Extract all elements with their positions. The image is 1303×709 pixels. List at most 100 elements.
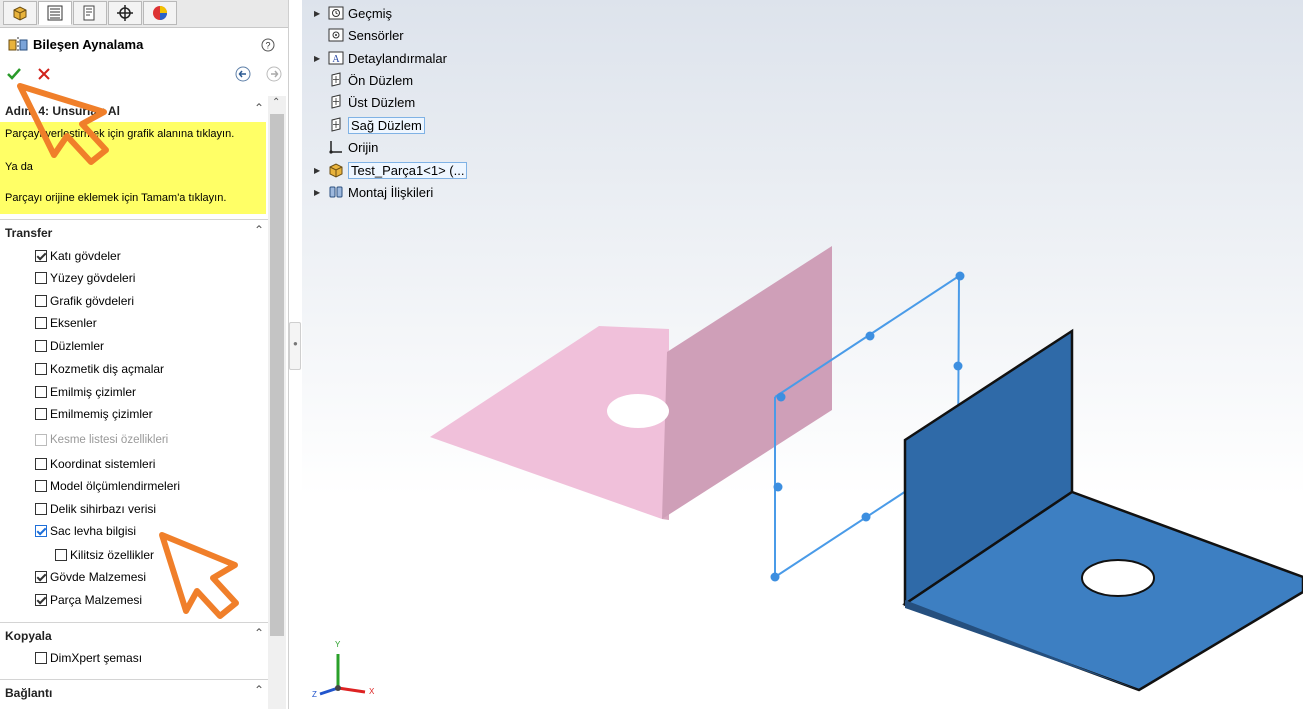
- checkbox-label: Parça Malzemesi: [50, 593, 143, 607]
- checkbox[interactable]: [35, 408, 47, 420]
- checkbox-row: Kesme listesi özellikleri: [35, 430, 168, 450]
- message-line: Parçayı orijine eklemek için Tamam'a tık…: [5, 192, 227, 204]
- checkbox-row[interactable]: Model ölçümlendirmeleri: [35, 476, 180, 496]
- checkbox[interactable]: [35, 386, 47, 398]
- tab-property-manager[interactable]: [38, 1, 72, 25]
- checkbox[interactable]: [35, 652, 47, 664]
- checkbox-row[interactable]: Sac levha bilgisi: [35, 521, 136, 541]
- hole: [1081, 559, 1155, 597]
- cancel-button[interactable]: [37, 67, 51, 81]
- checkbox: [35, 434, 47, 446]
- model-view: [430, 246, 1303, 692]
- blue-source-part[interactable]: [902, 328, 1303, 692]
- step-title: Adım 4: Unsurları Al: [5, 104, 120, 118]
- message-line: Ya da: [5, 161, 33, 173]
- ok-button[interactable]: [6, 66, 22, 82]
- checkbox-label: Kesme listesi özellikleri: [50, 434, 169, 446]
- checkbox-label: Kilitsiz özellikler: [70, 548, 155, 562]
- transfer-title: Transfer: [5, 226, 53, 240]
- checkbox[interactable]: [35, 480, 47, 492]
- checkbox-label: Grafik gövdeleri: [50, 294, 135, 308]
- splitter-grip-icon: ●: [293, 339, 298, 348]
- copy-section-header[interactable]: Kopyala ⌃: [0, 622, 270, 647]
- svg-text:?: ?: [265, 41, 270, 51]
- step-message: Parçayı yerleştirmek için grafik alanına…: [0, 122, 266, 214]
- checkbox-label: Model ölçümlendirmeleri: [50, 479, 181, 493]
- checkbox[interactable]: [35, 272, 47, 284]
- feature-manager-icon: [13, 6, 27, 21]
- back-button[interactable]: [235, 66, 251, 82]
- checkbox[interactable]: [55, 549, 67, 561]
- checkbox-label: Yüzey gövdeleri: [50, 271, 136, 285]
- checkbox[interactable]: [35, 594, 47, 606]
- checkbox[interactable]: [35, 363, 47, 375]
- help-icon[interactable]: ?: [261, 38, 275, 52]
- chevron-up-icon[interactable]: ⌃: [254, 626, 264, 640]
- checkbox-dimxpert-scheme[interactable]: DimXpert şeması: [35, 648, 142, 668]
- y-axis-label: Y: [335, 640, 341, 649]
- property-manager-panel: Bileşen Aynalama ? Adım 4: Unsurları Al …: [0, 0, 289, 709]
- mirror-component-icon: [8, 37, 28, 53]
- checkbox[interactable]: [35, 571, 47, 583]
- checkbox-row[interactable]: Kilitsiz özellikler: [55, 545, 154, 565]
- chevron-up-icon[interactable]: ⌃: [254, 101, 264, 115]
- tab-configuration-manager[interactable]: [73, 1, 107, 25]
- link-title: Bağlantı: [5, 686, 53, 700]
- next-button[interactable]: [266, 66, 282, 82]
- checkbox-label: Katı gövdeler: [50, 249, 121, 263]
- checkbox-row[interactable]: Parça Malzemesi: [35, 590, 142, 610]
- checkbox-row[interactable]: Delik sihirbazı verisi: [35, 499, 156, 519]
- property-manager-icon: [47, 5, 63, 21]
- panel-scrollbar[interactable]: ⌃: [268, 96, 286, 709]
- z-axis-label: Z: [312, 690, 317, 699]
- manager-tabs: [0, 0, 288, 28]
- dimxpert-icon: [117, 5, 133, 21]
- x-axis-label: X: [369, 687, 375, 696]
- configuration-manager-icon: [83, 5, 95, 21]
- checkbox-label: Gövde Malzemesi: [50, 570, 147, 584]
- checkbox-label: Sac levha bilgisi: [50, 524, 137, 538]
- checkbox-row[interactable]: Emilmemiş çizimler: [35, 404, 153, 424]
- checkbox-label: Koordinat sistemleri: [50, 457, 156, 471]
- chevron-up-icon[interactable]: ⌃: [254, 683, 264, 697]
- checkbox-row[interactable]: Koordinat sistemleri: [35, 454, 155, 474]
- checkbox-row[interactable]: Kozmetik diş açmalar: [35, 359, 164, 379]
- checkbox-label: Düzlemler: [50, 339, 105, 353]
- checkbox-label: Emilmiş çizimler: [50, 385, 136, 399]
- tab-display-manager[interactable]: [143, 1, 177, 25]
- copy-title: Kopyala: [5, 629, 52, 643]
- checkbox-row[interactable]: Eksenler: [35, 313, 97, 333]
- checkbox-label: Emilmemiş çizimler: [50, 407, 153, 421]
- tab-dimxpert[interactable]: [108, 1, 142, 25]
- checkbox[interactable]: [35, 525, 47, 537]
- checkbox-row[interactable]: Gövde Malzemesi: [35, 567, 146, 587]
- page-title: Bileşen Aynalama: [33, 37, 144, 52]
- pink-mirrored-part[interactable]: [430, 246, 832, 520]
- message-line: Parçayı yerleştirmek için grafik alanına…: [5, 128, 235, 140]
- scrollbar-thumb[interactable]: [270, 114, 284, 636]
- checkbox[interactable]: [35, 458, 47, 470]
- hole: [607, 394, 669, 428]
- checkbox-row[interactable]: Yüzey gövdeleri: [35, 268, 135, 288]
- link-section-header[interactable]: Bağlantı ⌃: [0, 679, 270, 704]
- checkbox-label: Kozmetik diş açmalar: [50, 362, 165, 376]
- graphics-area[interactable]: ▶ Geçmiş Sensörler ▶ A Detaylandırmalar Ön Düz…: [302, 0, 1303, 709]
- checkbox[interactable]: [35, 340, 47, 352]
- checkbox-row[interactable]: Grafik gövdeleri: [35, 291, 134, 311]
- scroll-up-icon[interactable]: ⌃: [272, 97, 280, 108]
- checkbox-row[interactable]: Katı gövdeler: [35, 246, 121, 266]
- display-manager-icon: [153, 6, 167, 20]
- checkbox[interactable]: [35, 250, 47, 262]
- transfer-section-header[interactable]: Transfer ⌃: [0, 219, 270, 244]
- checkbox-row[interactable]: Düzlemler: [35, 336, 104, 356]
- panel-splitter[interactable]: ●: [289, 322, 301, 370]
- checkbox-label: DimXpert şeması: [50, 651, 143, 665]
- tab-feature-manager[interactable]: [3, 1, 37, 25]
- chevron-up-icon[interactable]: ⌃: [254, 223, 264, 237]
- checkbox[interactable]: [35, 295, 47, 307]
- step-section-header[interactable]: Adım 4: Unsurları Al ⌃: [0, 98, 270, 122]
- panel-header: Bileşen Aynalama ?: [0, 30, 285, 60]
- checkbox[interactable]: [35, 503, 47, 515]
- checkbox-row[interactable]: Emilmiş çizimler: [35, 382, 136, 402]
- checkbox[interactable]: [35, 317, 47, 329]
